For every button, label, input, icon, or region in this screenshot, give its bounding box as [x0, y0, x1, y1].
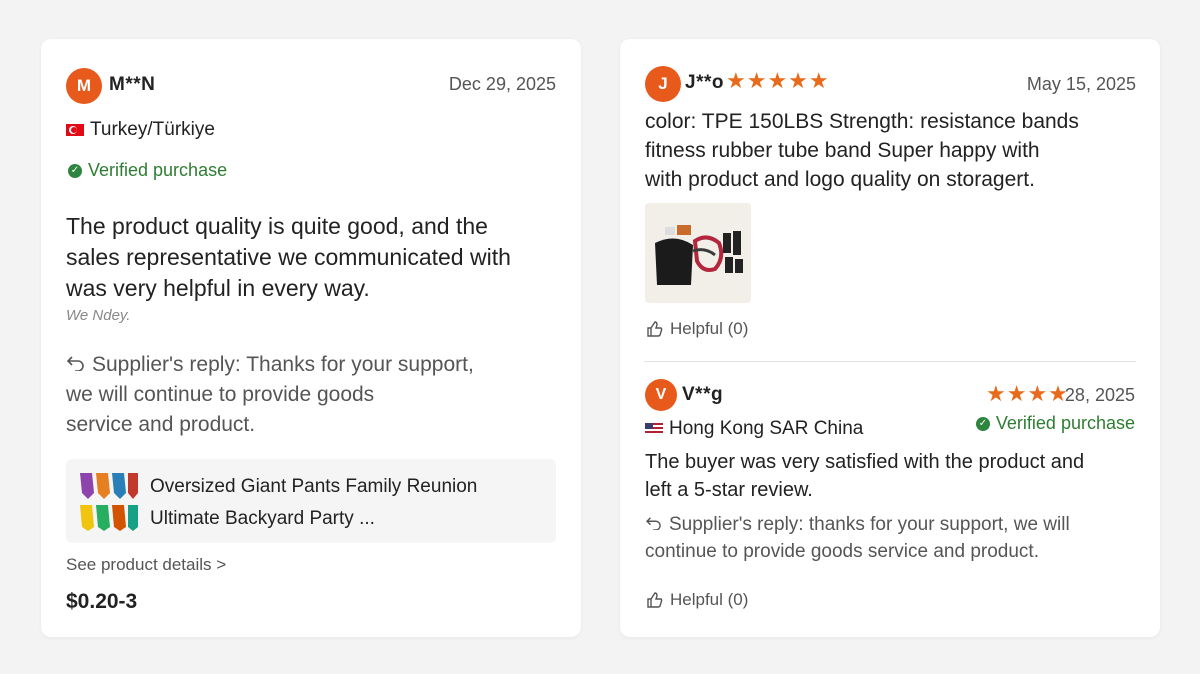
- helpful-label: Helpful (0): [670, 319, 749, 338]
- reply-line: service and product.: [66, 413, 256, 436]
- review-text-line: The buyer was very satisfied with the pr…: [645, 451, 1085, 473]
- verified-badge: ✓ Verified purchase: [975, 413, 1135, 434]
- helpful-button[interactable]: Helpful (0): [646, 319, 748, 339]
- country-label: Turkey/Türkiye: [90, 119, 215, 140]
- review-text: color: TPE 150LBS Strength: resistance b…: [645, 107, 1079, 194]
- see-product-details-link[interactable]: See product details >: [66, 555, 226, 575]
- review-date: May 15, 2025: [1026, 74, 1136, 94]
- review-text: The buyer was very satisfied with the pr…: [645, 448, 1084, 504]
- us-flag-icon: [645, 423, 663, 435]
- reviewer-name: V**g: [682, 384, 724, 405]
- reviewer-name: M**N: [109, 74, 156, 95]
- review-text-line: was very helpful in every way.: [66, 275, 370, 301]
- review-text-line: color: TPE 150LBS Strength: resistance b…: [645, 110, 1079, 133]
- avatar: M: [66, 68, 102, 104]
- thumbs-up-icon: [647, 592, 663, 608]
- reply-line: we will continue to provide goods: [66, 383, 375, 406]
- reply-line: Supplier's reply: Thanks for your suppor…: [92, 353, 474, 376]
- product-title: Oversized Giant Pants Family Reunion Ult…: [150, 471, 550, 535]
- turkey-flag-icon: [66, 124, 84, 136]
- product-link[interactable]: Oversized Giant Pants Family Reunion Ult…: [66, 459, 556, 543]
- verified-label: Verified purchase: [88, 160, 228, 180]
- product-thumbnail: [80, 473, 138, 531]
- review-card-right: J J**o ★★★★★ May 15, 2025 color: TPE 150…: [620, 39, 1160, 637]
- reviewer-country: Turkey/Türkiye: [66, 119, 215, 141]
- review-text-line: sales representative we communicated wit…: [66, 244, 511, 270]
- review-text-line: left a 5-star review.: [645, 479, 813, 501]
- review-photo[interactable]: [645, 203, 751, 303]
- reply-arrow-icon: [645, 511, 663, 538]
- star-rating: ★★★★★: [726, 68, 830, 93]
- check-circle-icon: ✓: [68, 163, 82, 178]
- avatar: J: [645, 66, 681, 102]
- review-date: Dec 29, 2025: [448, 74, 556, 94]
- check-circle-icon: ✓: [975, 416, 990, 431]
- country-label: Hong Kong SAR China: [669, 418, 864, 439]
- divider: [644, 361, 1136, 362]
- reply-line: continue to provide goods service and pr…: [645, 541, 1039, 562]
- reply-arrow-icon: [66, 350, 86, 380]
- review-text-line: fitness rubber tube band Super happy wit…: [645, 139, 1040, 162]
- reviewer-country: Hong Kong SAR China: [645, 418, 863, 440]
- avatar: V: [645, 379, 677, 411]
- review-text: The product quality is quite good, and t…: [66, 211, 511, 304]
- product-title-line: Oversized Giant Pants Family Reunion: [150, 476, 478, 497]
- review-text-line: The product quality is quite good, and t…: [66, 213, 488, 239]
- reply-line: Supplier's reply: thanks for your suppor…: [669, 514, 1070, 535]
- review-date: 28, 2025: [1064, 385, 1135, 405]
- supplier-reply: Supplier's reply: thanks for your suppor…: [645, 511, 1070, 565]
- product-title-line: Ultimate Backyard Party ...: [150, 508, 375, 529]
- product-price: $0.20-3: [66, 590, 138, 613]
- review-text-line: with product and logo quality on storage…: [645, 168, 1035, 191]
- supplier-reply: Supplier's reply: Thanks for your suppor…: [66, 350, 474, 440]
- helpful-label: Helpful (0): [670, 590, 749, 609]
- thumbs-up-icon: [647, 321, 663, 337]
- review-card-left: M M**N Dec 29, 2025 Turkey/Türkiye ✓ Ver…: [41, 39, 581, 637]
- verified-badge: ✓ Verified purchase: [68, 160, 227, 181]
- helpful-button[interactable]: Helpful (0): [646, 590, 748, 610]
- reviewer-name: J**o: [685, 72, 724, 93]
- star-rating: ★★★★: [986, 381, 1069, 406]
- verified-label: Verified purchase: [995, 413, 1135, 433]
- faint-text: We Ndey.: [66, 307, 131, 324]
